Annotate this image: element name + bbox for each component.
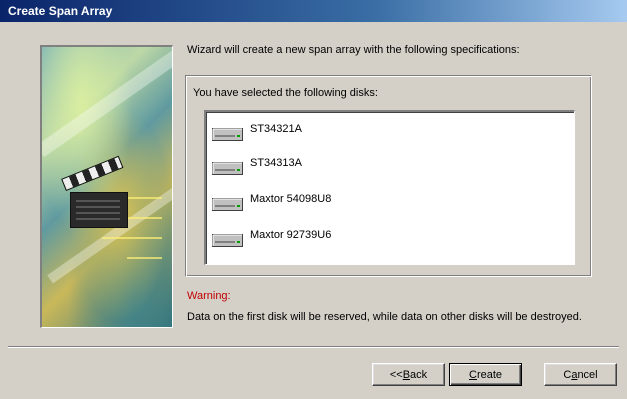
warning-label: Warning: [187,290,231,302]
list-item[interactable]: ST34313A [212,157,552,177]
disks-groupbox-label: You have selected the following disks: [193,87,378,99]
separator [8,346,619,348]
create-button-rest: reate [476,368,503,381]
hard-drive-icon [212,198,243,211]
warning-text: Data on the first disk will be reserved,… [187,311,582,323]
create-button[interactable]: Create [449,363,522,386]
title-bar[interactable]: Create Span Array [0,0,627,22]
clapperboard-icon [61,155,128,228]
back-button-rest: ack [410,368,428,381]
cancel-button-rest: ncel [577,368,598,381]
create-button-accel: C [468,368,477,381]
hard-drive-icon [212,128,243,141]
disk-name: ST34321A [250,123,302,135]
create-span-array-dialog: Create Span Array Wizard will create a n… [0,0,627,399]
list-item[interactable]: Maxtor 92739U6 [212,229,552,249]
disk-name: ST34313A [250,157,302,169]
back-button-prefix: << [389,368,403,381]
cancel-button[interactable]: Cancel [544,363,617,386]
back-button[interactable]: <<Back [372,363,445,386]
window-title: Create Span Array [8,4,113,18]
disk-name: Maxtor 92739U6 [250,229,332,241]
list-item[interactable]: Maxtor 54098U8 [212,193,552,213]
hard-drive-icon [212,234,243,247]
wizard-graphic [40,45,173,328]
back-button-accel: B [402,368,411,381]
disk-list[interactable]: ST34321A ST34313A Maxtor 54098U8 Maxtor … [204,110,575,265]
list-item[interactable]: ST34321A [212,123,552,143]
disk-name: Maxtor 54098U8 [250,193,332,205]
hard-drive-icon [212,162,243,175]
intro-text: Wizard will create a new span array with… [187,44,520,56]
